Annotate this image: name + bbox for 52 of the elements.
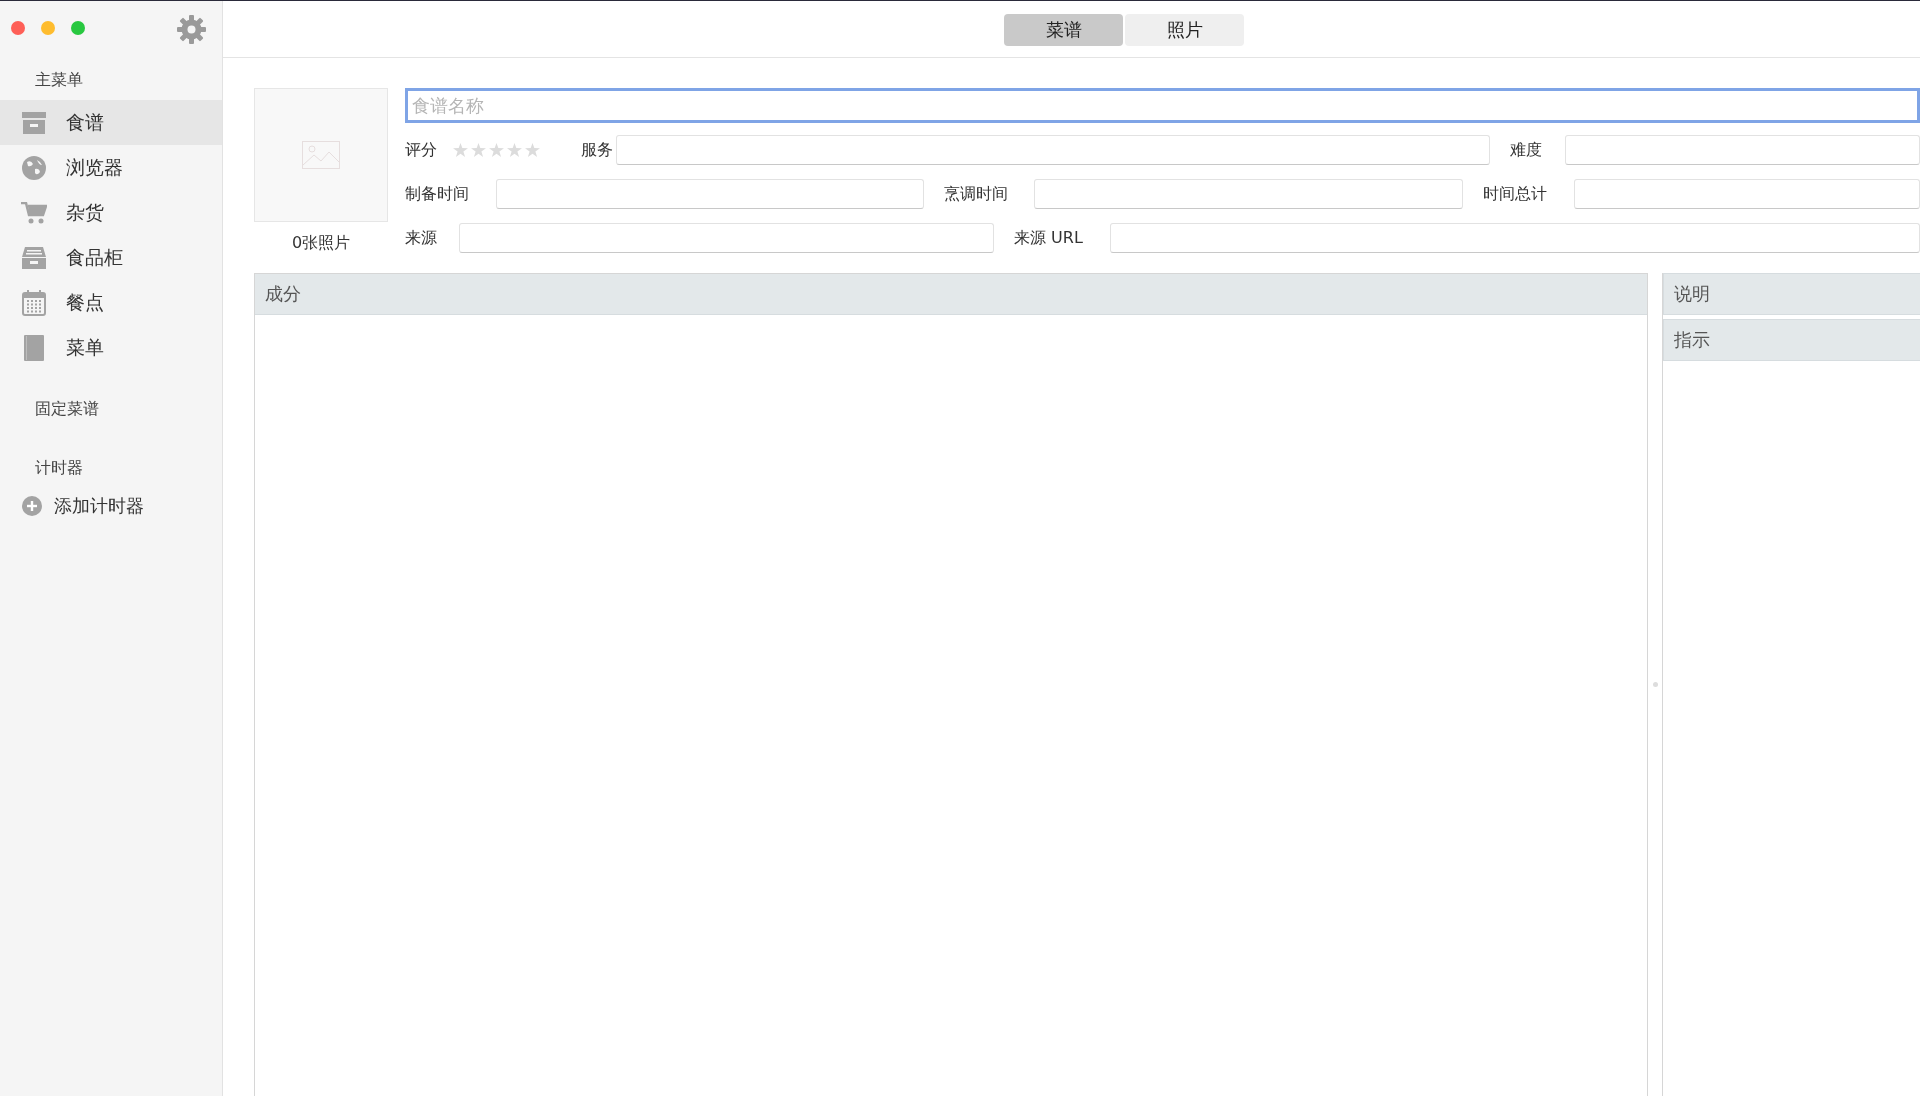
tab[interactable]: 菜谱 <box>1004 14 1123 46</box>
text-field[interactable] <box>1565 135 1920 165</box>
book-icon[interactable] <box>23 334 44 361</box>
sidebar-item[interactable]: 餐点 <box>0 280 222 325</box>
section-heading: 固定菜谱 <box>34 398 100 420</box>
field-label: 烹调时间 <box>943 183 1009 205</box>
sidebar-item[interactable]: 浏览器 <box>0 145 222 190</box>
minimize-button[interactable] <box>41 21 55 35</box>
calendar-icon[interactable] <box>21 289 46 316</box>
panel-header[interactable]: 说明 <box>1663 273 1920 315</box>
sidebar-item[interactable]: 菜单 <box>0 325 222 370</box>
globe-icon[interactable] <box>21 155 46 180</box>
section-heading: 主菜单 <box>34 69 84 91</box>
tab[interactable]: 照片 <box>1125 14 1244 46</box>
star-icon <box>489 143 504 157</box>
field-label: 来源 URL <box>1013 227 1084 249</box>
zoom-button[interactable] <box>71 21 85 35</box>
sidebar-item[interactable]: 食品柜 <box>0 235 222 280</box>
panel-header[interactable]: 指示 <box>1663 319 1920 361</box>
star-icon <box>507 143 522 157</box>
text-field[interactable] <box>1574 179 1920 209</box>
drawer-icon[interactable] <box>21 246 46 269</box>
sidebar-item[interactable]: 杂货 <box>0 190 222 235</box>
plus-icon[interactable] <box>22 496 42 516</box>
text-field[interactable] <box>459 223 994 253</box>
panel-header: 成分 <box>255 274 1647 315</box>
star-icon <box>453 143 468 157</box>
field-label: 制备时间 <box>405 183 470 205</box>
add-timer-button[interactable]: 添加计时器 <box>0 488 222 524</box>
photo-placeholder[interactable] <box>254 88 388 222</box>
section-heading: 计时器 <box>34 457 84 479</box>
settings-icon[interactable] <box>177 14 206 44</box>
star-icon <box>525 143 540 157</box>
recipe-name-field[interactable]: 食谱名称 <box>405 88 1920 123</box>
field-label: 评分 <box>405 139 438 161</box>
split-handle[interactable] <box>1653 682 1658 687</box>
star-icon <box>471 143 486 157</box>
text-field[interactable] <box>1110 223 1920 253</box>
field-label: 服务 <box>580 139 614 161</box>
field-label: 难度 <box>1509 139 1543 161</box>
field-label: 时间总计 <box>1482 183 1548 205</box>
sidebar-item[interactable]: 食谱 <box>0 100 222 145</box>
field-label: 来源 <box>405 227 438 249</box>
text-field[interactable] <box>616 135 1490 165</box>
text-field[interactable] <box>1034 179 1463 209</box>
text-field[interactable] <box>496 179 924 209</box>
shopping-cart-icon[interactable] <box>20 201 47 224</box>
photo-count: 0张照片 <box>291 233 351 254</box>
close-button[interactable] <box>11 21 25 35</box>
star-rating[interactable] <box>453 143 540 157</box>
archive-box-icon[interactable] <box>21 111 46 134</box>
image-icon <box>302 141 340 169</box>
